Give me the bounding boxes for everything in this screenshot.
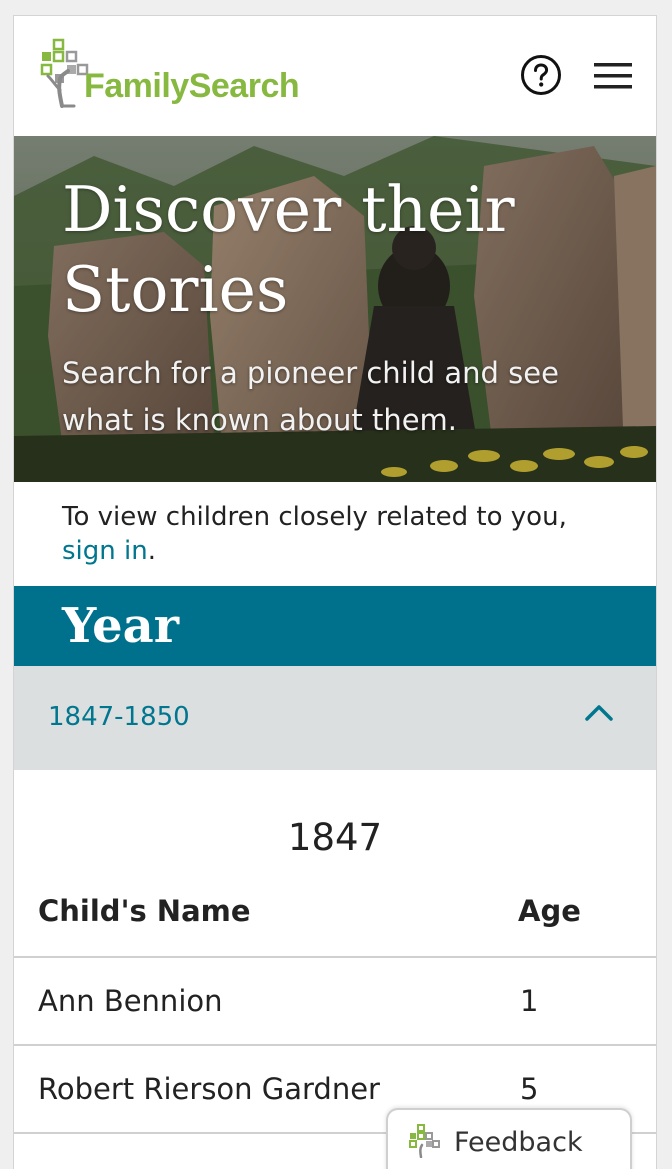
column-header-name: Child's Name — [38, 894, 251, 928]
logo-wordmark: FamilySearch — [84, 67, 300, 105]
child-name-cell: Ann Bennion — [38, 984, 223, 1018]
child-name-cell: Robert Rierson Gardner — [38, 1072, 380, 1106]
page-frame: FamilySearch Discover their Stories Sear… — [13, 15, 657, 1169]
child-age-cell: 5 — [520, 1072, 539, 1106]
hero-title: Discover their Stories — [62, 173, 515, 326]
table-year-heading: 1847 — [287, 816, 383, 859]
hamburger-menu-icon[interactable] — [594, 62, 632, 90]
table-row[interactable]: Ann Bennion 1 — [14, 956, 656, 1046]
column-header-age: Age — [518, 894, 581, 928]
year-section-header: Year — [14, 586, 656, 666]
familysearch-logo[interactable]: FamilySearch — [38, 38, 300, 108]
year-section-title: Year — [62, 598, 180, 654]
chevron-up-icon[interactable] — [584, 702, 614, 724]
child-age-cell: 1 — [520, 984, 539, 1018]
year-range-label: 1847-1850 — [48, 702, 190, 732]
help-circle-icon[interactable] — [520, 54, 562, 96]
sign-in-link[interactable]: sign in — [62, 536, 148, 566]
signin-suffix: . — [147, 536, 156, 566]
signin-prompt: To view children closely related to you,… — [62, 500, 622, 568]
signin-prefix: To view children closely related to you, — [62, 502, 567, 532]
hero-banner: Discover their Stories Search for a pion… — [14, 136, 656, 482]
feedback-button[interactable]: Feedback — [386, 1108, 632, 1169]
hero-subtitle: Search for a pioneer child and see what … — [62, 356, 559, 437]
site-header: FamilySearch — [14, 16, 656, 136]
tree-logo-icon — [40, 38, 89, 108]
feedback-label: Feedback — [454, 1127, 583, 1158]
year-range-accordion[interactable]: 1847-1850 — [14, 666, 656, 770]
tree-logo-icon — [409, 1124, 440, 1158]
